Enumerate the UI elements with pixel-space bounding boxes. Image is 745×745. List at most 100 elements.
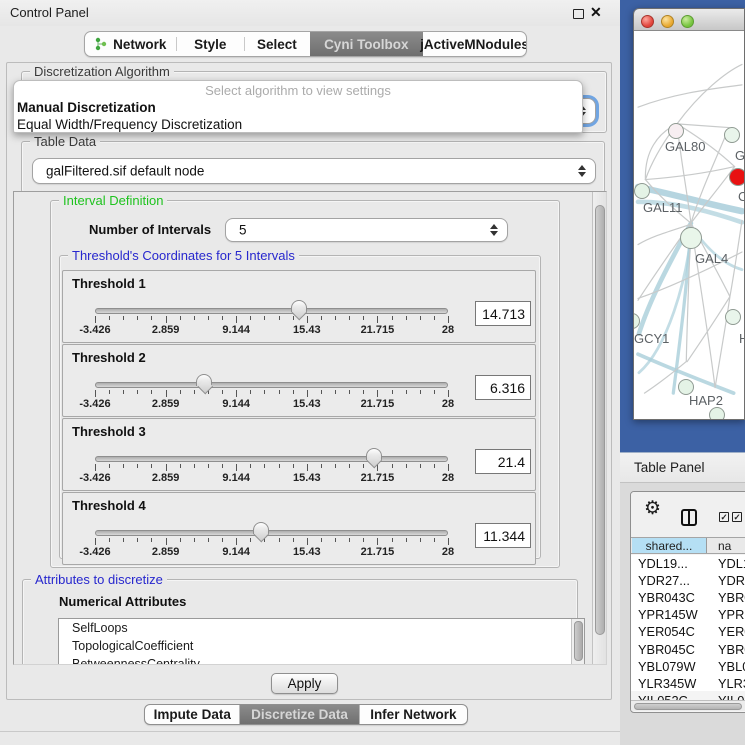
threshold-slider-track[interactable] xyxy=(95,456,448,462)
attribute-list-item[interactable]: TopologicalCoefficient xyxy=(59,637,584,655)
float-window-icon[interactable] xyxy=(573,9,584,19)
threshold-value-field[interactable]: 6.316 xyxy=(475,375,531,400)
threshold-value-field[interactable]: 14.713 xyxy=(475,301,531,326)
number-of-intervals-combobox[interactable]: 5 xyxy=(225,218,508,242)
table-cell-shared-name[interactable]: YBR045C xyxy=(638,642,695,657)
network-node[interactable] xyxy=(634,183,650,199)
slider-tick xyxy=(151,390,152,394)
slider-tick xyxy=(363,390,364,394)
column-header-name[interactable]: na xyxy=(708,538,745,553)
threshold-slider-track[interactable] xyxy=(95,530,448,536)
attribute-list-item[interactable]: SelfLoops xyxy=(59,619,584,637)
threshold-slider-track[interactable] xyxy=(95,308,448,314)
cyni-toolbox-panel: Discretization Algorithm Table Data galF… xyxy=(6,62,612,700)
table-data-combobox[interactable]: galFiltered.sif default node xyxy=(32,158,596,184)
table-cell-name[interactable]: YBL0 xyxy=(718,659,745,674)
network-node[interactable] xyxy=(680,227,702,249)
attributes-scrollbar-thumb[interactable] xyxy=(574,621,583,661)
table-scrollbar-thumb[interactable] xyxy=(634,703,742,710)
table-rows: YDL19...YDL1YDR27...YDR2YBR043CYBR0YPR14… xyxy=(631,555,745,691)
threshold-value-field[interactable]: 11.344 xyxy=(475,523,531,548)
slider-tick xyxy=(194,464,195,468)
table-row[interactable]: YDL19... YDL1 xyxy=(631,555,745,572)
close-traffic-light-icon[interactable] xyxy=(641,15,654,28)
slider-tick-label: -3.426 xyxy=(71,472,119,484)
table-cell-name[interactable]: YDL1 xyxy=(718,556,745,571)
slider-tick xyxy=(222,390,223,394)
algorithm-prompt-option[interactable]: Select algorithm to view settings xyxy=(14,81,582,99)
subtab-impute-data[interactable]: Impute Data xyxy=(145,705,240,724)
threshold-value-field[interactable]: 21.4 xyxy=(475,449,531,474)
threshold-box: Threshold 4-3.4262.8599.14415.4321.71528… xyxy=(62,492,536,565)
column-layout-icon[interactable] xyxy=(681,509,697,526)
tab-jactivemnodules[interactable]: jActiveMNodules xyxy=(423,32,526,56)
tab-style[interactable]: Style xyxy=(176,32,244,56)
slider-tick xyxy=(137,464,138,468)
network-node[interactable] xyxy=(709,407,725,420)
table-cell-name[interactable]: YBR0 xyxy=(718,642,745,657)
attributes-scrollbar[interactable] xyxy=(571,619,584,665)
table-row[interactable]: YBL079W YBL0 xyxy=(631,658,745,675)
numerical-attributes-list[interactable]: SelfLoopsTopologicalCoefficientBetweenne… xyxy=(58,618,585,665)
table-row[interactable]: YBR043C YBR0 xyxy=(631,589,745,606)
table-row[interactable]: YDR27... YDR2 xyxy=(631,572,745,589)
slider-tick-label: 28 xyxy=(424,324,472,336)
checkbox-icon[interactable]: ✓ xyxy=(732,512,742,522)
table-cell-shared-name[interactable]: YDR27... xyxy=(638,573,690,588)
subtab-discretize-data[interactable]: Discretize Data xyxy=(240,705,359,724)
slider-tick xyxy=(222,316,223,320)
network-node[interactable] xyxy=(725,309,741,325)
table-cell-shared-name[interactable]: YBR043C xyxy=(638,590,695,605)
table-cell-name[interactable]: YER0 xyxy=(718,624,745,639)
table-cell-name[interactable]: YPR1 xyxy=(718,607,745,622)
tab-network[interactable]: Network xyxy=(85,32,176,56)
table-cell-shared-name[interactable]: YLR345W xyxy=(638,676,696,691)
network-node[interactable] xyxy=(668,123,684,139)
network-window-titlebar[interactable] xyxy=(634,9,744,31)
zoom-traffic-light-icon[interactable] xyxy=(681,15,694,28)
table-horizontal-scrollbar[interactable] xyxy=(631,700,745,711)
network-node[interactable] xyxy=(724,127,740,143)
table-row[interactable]: YBR045C YBR0 xyxy=(631,641,745,658)
tab-cyni-toolbox[interactable]: Cyni Toolbox xyxy=(310,32,423,56)
threshold-slider-thumb[interactable] xyxy=(366,448,382,460)
threshold-slider-thumb[interactable] xyxy=(253,522,269,534)
subtab-infer-network[interactable]: Infer Network xyxy=(360,705,467,724)
screen: Control Panel ✕ Network Style Select xyxy=(0,0,745,745)
close-icon[interactable]: ✕ xyxy=(590,4,602,21)
table-row[interactable]: YPR145W YPR1 xyxy=(631,606,745,623)
slider-tick xyxy=(392,464,393,468)
threshold-slider-thumb[interactable] xyxy=(291,300,307,312)
table-row[interactable]: YLR345W YLR3 xyxy=(631,675,745,692)
checkbox-icon[interactable]: ✓ xyxy=(719,512,729,522)
tab-select[interactable]: Select xyxy=(244,32,310,56)
slider-tick xyxy=(434,316,435,320)
table-cell-shared-name[interactable]: YPR145W xyxy=(638,607,698,622)
slider-tick-label: 28 xyxy=(424,398,472,410)
apply-button[interactable]: Apply xyxy=(271,673,338,694)
table-cell-shared-name[interactable]: YBL079W xyxy=(638,659,696,674)
table-cell-name[interactable]: YLR3 xyxy=(718,676,745,691)
gear-icon[interactable]: ⚙ xyxy=(644,497,661,520)
table-cell-shared-name[interactable]: YER054C xyxy=(638,624,695,639)
table-cell-shared-name[interactable]: YDL19... xyxy=(638,556,688,571)
table-cell-name[interactable]: YBR0 xyxy=(718,590,745,605)
network-node[interactable] xyxy=(729,168,745,186)
threshold-label: Threshold 4 xyxy=(72,498,146,513)
settings-scrollbar-thumb[interactable] xyxy=(595,205,605,635)
attribute-list-item[interactable]: BetweennessCentrality xyxy=(59,655,584,665)
table-row[interactable]: YER054C YER0 xyxy=(631,623,745,640)
settings-vertical-scrollbar[interactable] xyxy=(592,192,606,664)
table-cell-name[interactable]: YDR2 xyxy=(718,573,745,588)
network-canvas[interactable]: GAL80GACGAL11GAL4GCY1HHAP2 xyxy=(634,31,745,420)
column-header-shared[interactable]: shared... xyxy=(632,538,707,553)
slider-tick-label: 28 xyxy=(424,472,472,484)
threshold-box: Threshold 2-3.4262.8599.14415.4321.71528… xyxy=(62,344,536,417)
threshold-slider-thumb[interactable] xyxy=(196,374,212,386)
minimize-traffic-light-icon[interactable] xyxy=(661,15,674,28)
threshold-slider-track[interactable] xyxy=(95,382,448,388)
algorithm-option-manual[interactable]: Manual Discretization xyxy=(14,99,582,116)
algorithm-option-equal-width[interactable]: Equal Width/Frequency Discretization xyxy=(14,116,582,133)
network-edge xyxy=(730,220,742,296)
network-edge xyxy=(677,64,742,123)
